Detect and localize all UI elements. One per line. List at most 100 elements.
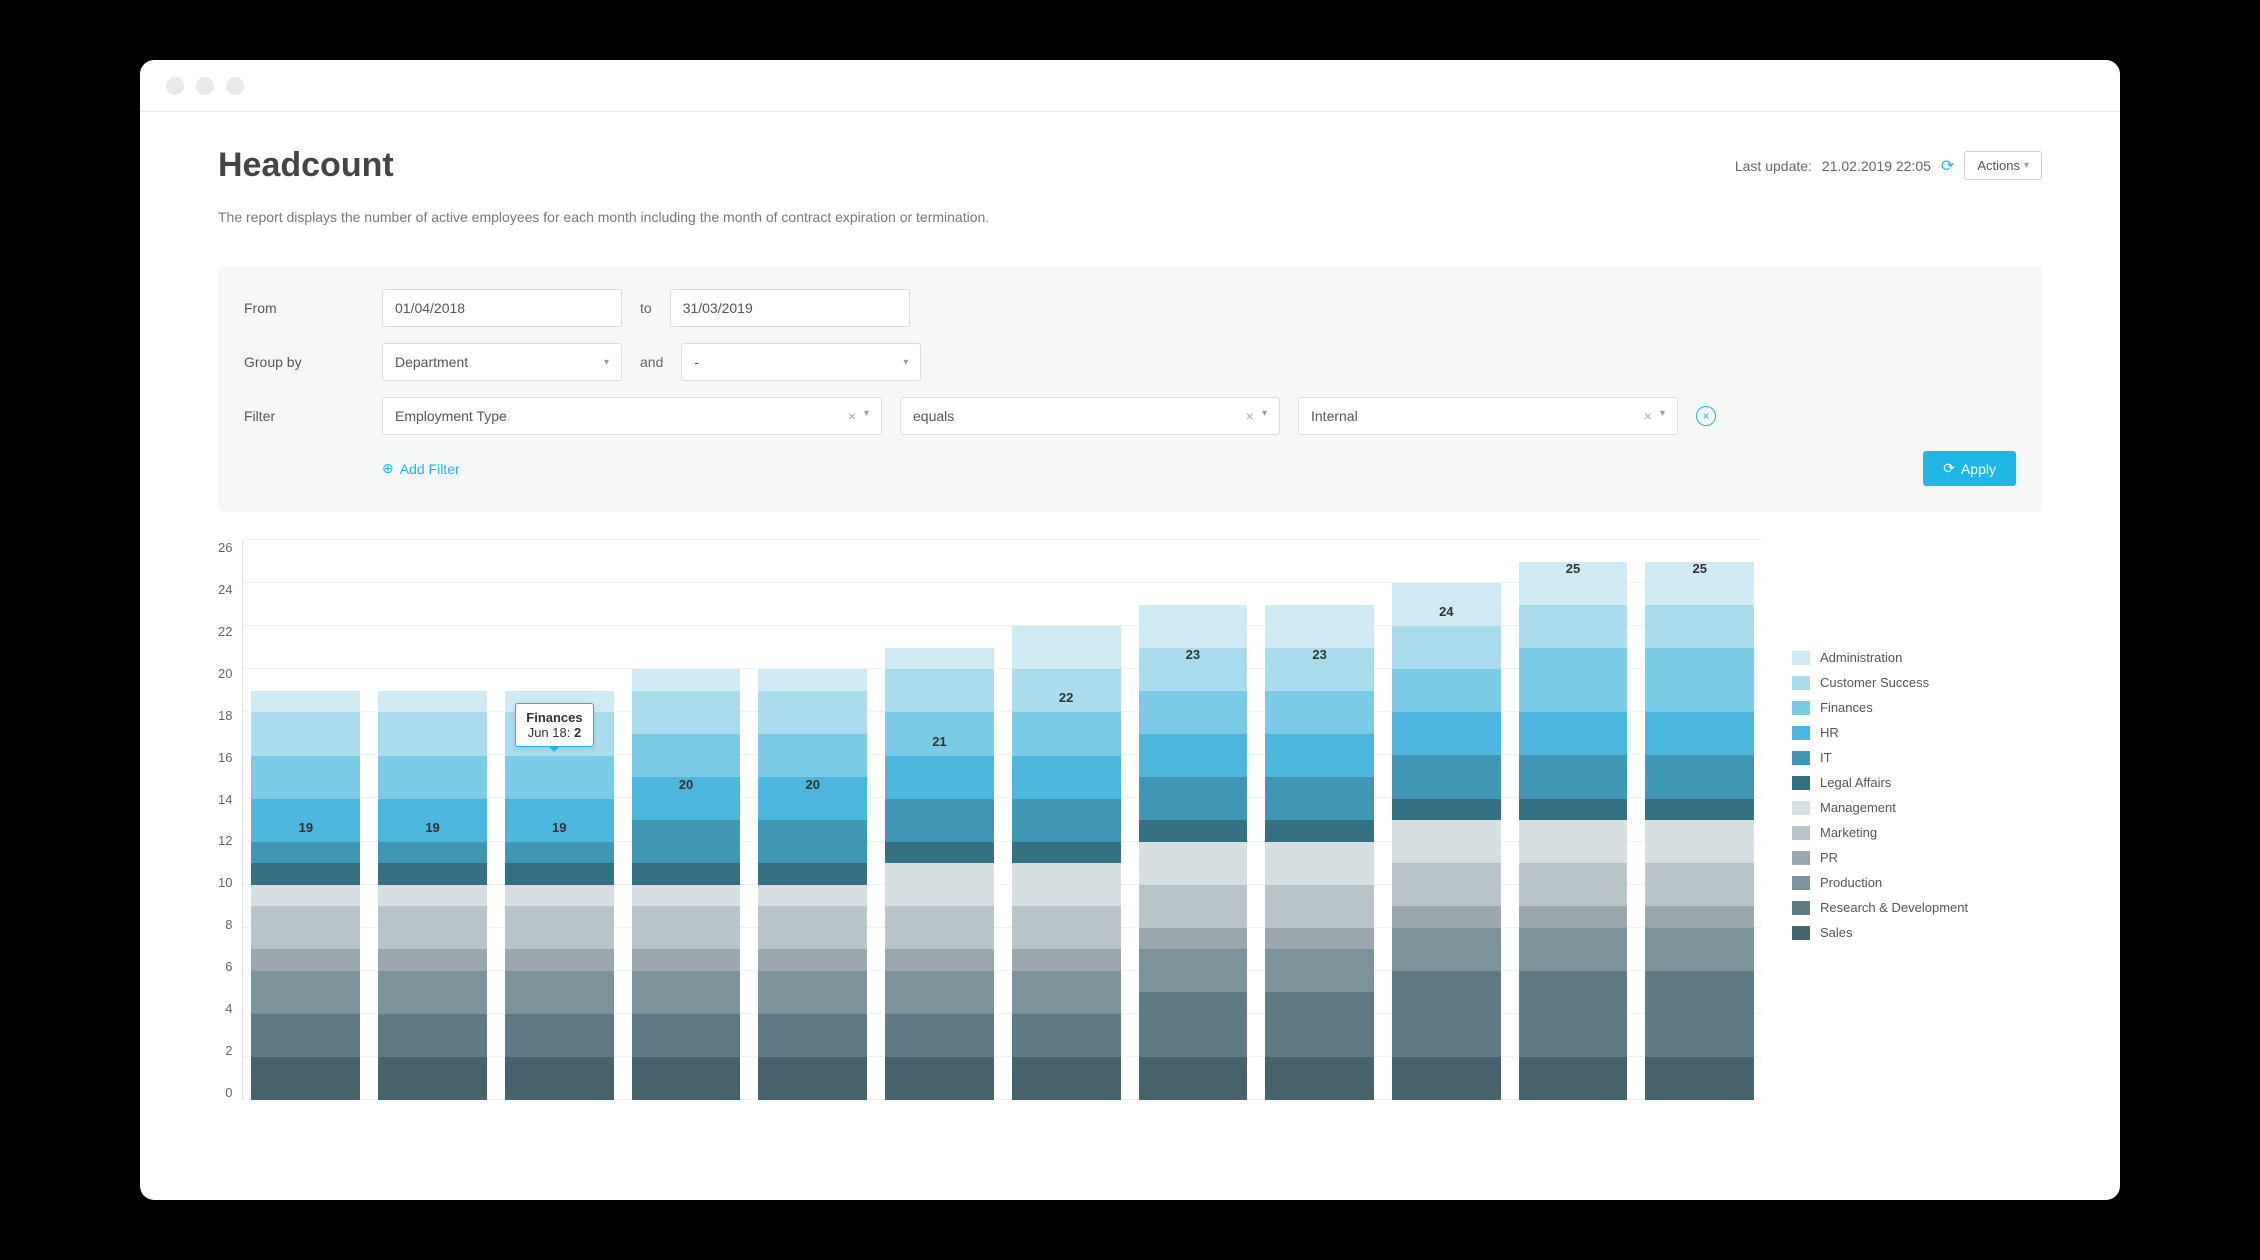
bar-segment[interactable] <box>1519 755 1628 798</box>
bar-segment[interactable] <box>758 1057 867 1100</box>
bar-segment[interactable] <box>378 691 487 713</box>
bar-segment[interactable] <box>505 906 614 949</box>
bar-segment[interactable] <box>758 971 867 1014</box>
legend-item[interactable]: Customer Success <box>1792 675 2042 690</box>
bar-segment[interactable] <box>1519 712 1628 755</box>
refresh-icon[interactable]: ⟳ <box>1941 156 1954 176</box>
bar-column[interactable]: 22 <box>1012 626 1121 1100</box>
filter-value-select[interactable]: Internal × ▾ <box>1298 397 1678 435</box>
legend-item[interactable]: Marketing <box>1792 825 2042 840</box>
bar-column[interactable]: 20 <box>758 669 867 1100</box>
bar-segment[interactable] <box>378 1014 487 1057</box>
bar-segment[interactable] <box>1012 756 1121 799</box>
bar-segment[interactable] <box>632 669 741 691</box>
bar-segment[interactable] <box>632 1057 741 1100</box>
filter-field-select[interactable]: Employment Type × ▾ <box>382 397 882 435</box>
bar-segment[interactable] <box>378 712 487 755</box>
bar-segment[interactable] <box>885 971 994 1014</box>
bar-segment[interactable] <box>378 971 487 1014</box>
group-by-2-select[interactable]: - ▾ <box>681 343 921 381</box>
actions-dropdown[interactable]: Actions ▾ <box>1964 151 2042 180</box>
bar-segment[interactable] <box>378 885 487 907</box>
bar-segment[interactable] <box>1519 605 1628 648</box>
bar-segment[interactable] <box>758 1014 867 1057</box>
clear-icon[interactable]: × <box>848 408 856 424</box>
bar-segment[interactable] <box>1645 605 1754 648</box>
bar-segment[interactable] <box>505 863 614 885</box>
bar-segment[interactable] <box>1645 712 1754 755</box>
bar-segment[interactable] <box>632 906 741 949</box>
bar-segment[interactable] <box>1139 734 1248 777</box>
bar-segment[interactable] <box>505 842 614 864</box>
bar-segment[interactable] <box>1012 906 1121 949</box>
bar-segment[interactable] <box>1392 820 1501 863</box>
bar-segment[interactable] <box>632 949 741 971</box>
bar-segment[interactable] <box>1012 712 1121 755</box>
bar-segment[interactable] <box>1265 885 1374 928</box>
legend-item[interactable]: Finances <box>1792 700 2042 715</box>
bar-segment[interactable] <box>505 949 614 971</box>
bar-segment[interactable] <box>885 949 994 971</box>
clear-icon[interactable]: × <box>1246 408 1254 424</box>
bar-segment[interactable] <box>251 1014 360 1057</box>
bar-segment[interactable] <box>1392 712 1501 755</box>
bar-segment[interactable] <box>378 756 487 799</box>
bar-segment[interactable] <box>1139 820 1248 842</box>
bar-column[interactable]: 25 <box>1519 562 1628 1100</box>
bar-segment[interactable] <box>1519 971 1628 1057</box>
bar-segment[interactable] <box>1265 734 1374 777</box>
bar-segment[interactable] <box>885 756 994 799</box>
bar-segment[interactable] <box>632 734 741 777</box>
legend-item[interactable]: IT <box>1792 750 2042 765</box>
bar-segment[interactable] <box>1645 971 1754 1057</box>
clear-icon[interactable]: × <box>1644 408 1652 424</box>
bar-segment[interactable] <box>251 756 360 799</box>
add-filter-button[interactable]: ⊕ Add Filter <box>382 460 460 477</box>
bar-segment[interactable] <box>885 842 994 864</box>
bar-segment[interactable] <box>1645 906 1754 928</box>
bar-segment[interactable] <box>1645 799 1754 821</box>
bar-segment[interactable] <box>505 756 614 799</box>
bar-segment[interactable] <box>1392 1057 1501 1100</box>
bar-segment[interactable] <box>505 885 614 907</box>
bar-segment[interactable] <box>1139 885 1248 928</box>
bar-segment[interactable] <box>1392 971 1501 1057</box>
bar-segment[interactable] <box>1392 755 1501 798</box>
legend-item[interactable]: Management <box>1792 800 2042 815</box>
bar-segment[interactable] <box>505 1014 614 1057</box>
bar-segment[interactable] <box>251 906 360 949</box>
group-by-select[interactable]: Department ▾ <box>382 343 622 381</box>
bar-segment[interactable] <box>885 1057 994 1100</box>
bar-segment[interactable] <box>251 1057 360 1100</box>
from-date-input[interactable]: 01/04/2018 <box>382 289 622 327</box>
bar-column[interactable]: 21 <box>885 648 994 1100</box>
bar-segment[interactable] <box>1519 820 1628 863</box>
legend-item[interactable]: Research & Development <box>1792 900 2042 915</box>
bar-segment[interactable] <box>632 863 741 885</box>
bar-segment[interactable] <box>632 971 741 1014</box>
bar-segment[interactable] <box>1519 906 1628 928</box>
bar-segment[interactable] <box>1139 992 1248 1057</box>
bar-segment[interactable] <box>1392 799 1501 821</box>
bar-segment[interactable] <box>1645 648 1754 713</box>
bar-segment[interactable] <box>378 906 487 949</box>
bar-segment[interactable] <box>1265 605 1374 648</box>
bar-segment[interactable] <box>885 799 994 842</box>
bar-segment[interactable] <box>1645 1057 1754 1100</box>
bar-segment[interactable] <box>1392 906 1501 928</box>
bar-column[interactable]: 25 <box>1645 562 1754 1100</box>
bar-segment[interactable] <box>632 1014 741 1057</box>
bar-segment[interactable] <box>885 669 994 712</box>
bar-segment[interactable] <box>1139 691 1248 734</box>
bar-segment[interactable] <box>758 734 867 777</box>
bar-segment[interactable] <box>1265 777 1374 820</box>
bar-segment[interactable] <box>758 669 867 691</box>
bar-segment[interactable] <box>251 949 360 971</box>
bar-segment[interactable] <box>251 971 360 1014</box>
bar-segment[interactable] <box>1392 863 1501 906</box>
legend-item[interactable]: HR <box>1792 725 2042 740</box>
bar-segment[interactable] <box>1012 1057 1121 1100</box>
bar-segment[interactable] <box>1012 1014 1121 1057</box>
bar-segment[interactable] <box>1265 992 1374 1057</box>
bar-segment[interactable] <box>758 863 867 885</box>
